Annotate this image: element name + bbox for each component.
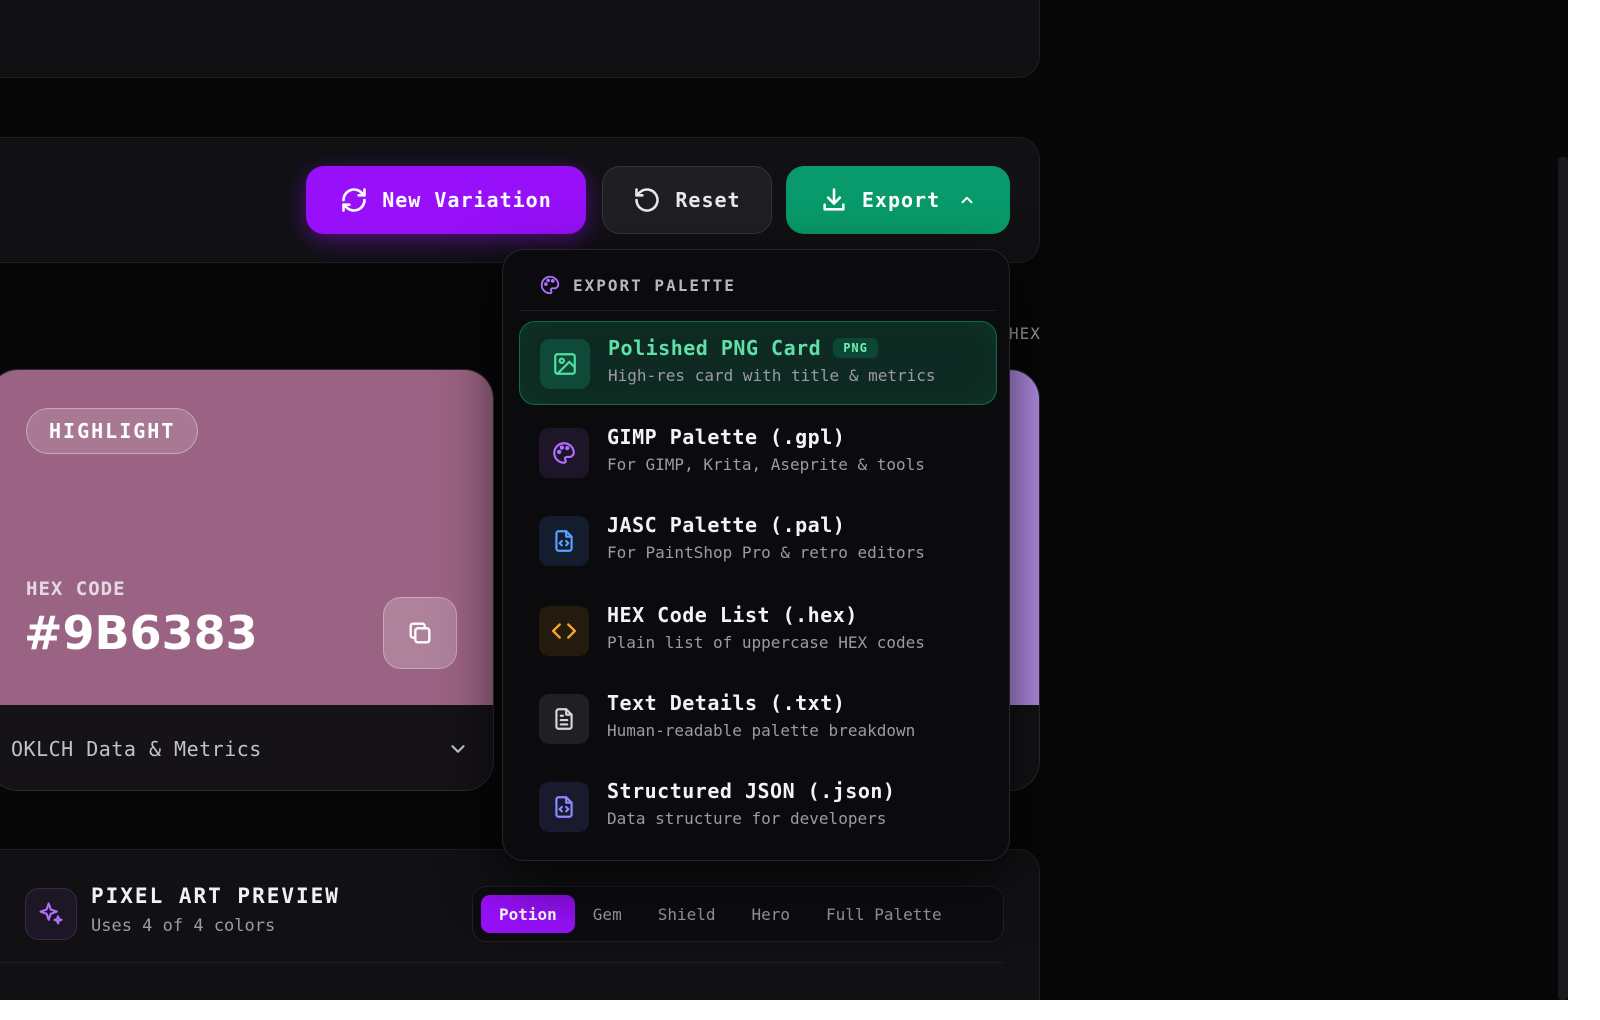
export-option-title: GIMP Palette (.gpl) [607,425,846,449]
role-badge: HIGHLIGHT [26,408,199,454]
palette-icon [540,275,560,295]
chevron-down-icon [451,744,465,753]
top-panel [0,0,1040,78]
hex-code-label: HEX CODE [26,578,126,600]
pixel-art-title: PIXEL ART PREVIEW [91,884,340,908]
file-code-icon [539,516,589,566]
tab-full-palette[interactable]: Full Palette [808,895,960,933]
export-option-desc: For PaintShop Pro & retro editors [607,543,925,562]
download-icon [823,188,845,211]
tab-gem[interactable]: Gem [575,895,640,933]
reset-button[interactable]: Reset [602,166,772,234]
refresh-icon [342,188,367,212]
color-card: HIGHLIGHT HEX CODE #9B6383 OKLCH Data & … [0,369,494,791]
chevron-up-icon [961,196,973,204]
export-option-title: HEX Code List (.hex) [607,603,858,627]
export-option-txt[interactable]: Text Details (.txt) Human-readable palet… [519,677,997,761]
export-option-desc: Plain list of uppercase HEX codes [607,633,925,652]
export-label: Export [861,188,941,212]
export-option-desc: For GIMP, Krita, Aseprite & tools [607,455,925,474]
new-variation-label: New Variation [382,188,552,212]
frame-edge-right [1568,0,1600,1020]
export-option-hex[interactable]: HEX Code List (.hex) Plain list of upper… [519,589,997,673]
export-option-desc: High-res card with title & metrics [608,366,936,385]
scrollbar[interactable] [1558,157,1568,1000]
export-option-gpl[interactable]: GIMP Palette (.gpl) For GIMP, Krita, Ase… [519,411,997,495]
pixel-template-tabs: Potion Gem Shield Hero Full Palette [472,886,1004,942]
hex-code-value: #9B6383 [24,606,258,660]
export-option-desc: Data structure for developers [607,809,887,828]
copy-hex-button[interactable] [383,597,457,669]
app-viewport: New Variation Reset Export HEX HIGHLIGHT… [0,0,1568,1000]
tab-hero[interactable]: Hero [734,895,809,933]
palette-icon [539,428,589,478]
reset-label: Reset [675,188,741,212]
file-json-icon [539,782,589,832]
export-button[interactable]: Export [786,166,1010,234]
pixel-art-subtitle: Uses 4 of 4 colors [91,916,276,936]
export-dropdown-menu: EXPORT PALETTE Polished PNG Card PNG Hig… [502,249,1010,861]
file-text-icon [539,694,589,744]
copy-icon [409,622,431,644]
export-option-title: JASC Palette (.pal) [607,513,846,537]
divider [0,962,1004,963]
code-icon [539,606,589,656]
export-option-json[interactable]: Structured JSON (.json) Data structure f… [519,765,997,849]
export-option-title-text: Polished PNG Card [608,336,822,360]
new-variation-button[interactable]: New Variation [306,166,586,234]
divider [519,310,997,311]
oklch-metrics-toggle[interactable]: OKLCH Data & Metrics [0,705,493,790]
rotate-ccw-icon [635,188,660,212]
oklch-metrics-label: OKLCH Data & Metrics [11,736,262,761]
export-menu-title: EXPORT PALETTE [573,275,736,295]
png-badge: PNG [833,338,878,358]
export-option-title: Text Details (.txt) [607,691,846,715]
next-card-hex-label: HEX [1009,324,1041,343]
sparkles-icon [25,888,77,940]
frame-edge-bottom [0,1000,1600,1020]
export-option-png[interactable]: Polished PNG Card PNG High-res card with… [519,321,997,405]
export-option-title: Polished PNG Card PNG [608,336,878,360]
image-icon [540,339,590,389]
export-option-desc: Human-readable palette breakdown [607,721,916,740]
tab-potion[interactable]: Potion [481,895,575,933]
export-option-title: Structured JSON (.json) [607,779,896,803]
export-menu-header: EXPORT PALETTE [539,274,736,296]
export-option-pal[interactable]: JASC Palette (.pal) For PaintShop Pro & … [519,499,997,583]
tab-shield[interactable]: Shield [640,895,734,933]
